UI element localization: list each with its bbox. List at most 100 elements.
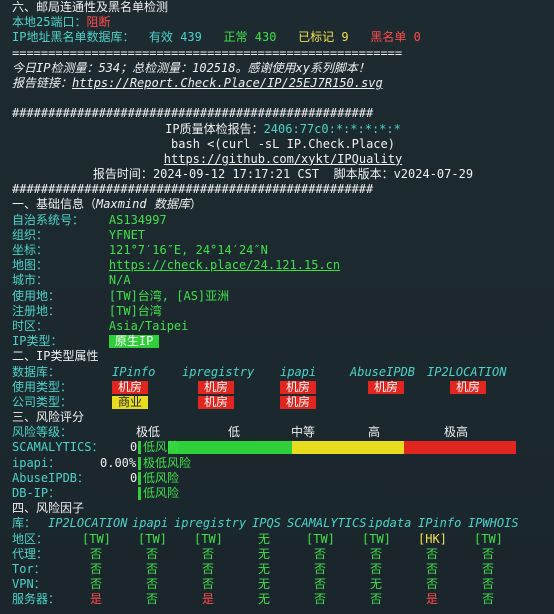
- blacklist-db-row: IP地址黑名单数据库： 有效 439 正常 430 已标记 9 黑名单 0: [12, 30, 554, 45]
- risk-row-dbip: DB-IP： 低风险: [12, 486, 554, 501]
- usage-place-label: 使用地：: [12, 288, 61, 303]
- company-ipapi: 机房: [280, 395, 317, 409]
- risk-row-abuseipdb: AbuseIPDB： 0 低风险: [12, 471, 554, 486]
- lib-ipinfo: IPinfo: [418, 516, 462, 531]
- risk-scamalytics-desc: 低风险: [143, 440, 180, 455]
- factors-lib-row: 库： IP2LOCATION ipapi ipregistry IPQS SCA…: [12, 516, 554, 531]
- risk-level-high: 高: [368, 425, 381, 440]
- iptype-label: IP类型：: [12, 334, 63, 349]
- report-time-label: 报告时间：: [92, 167, 153, 182]
- factor-cell: [HK]: [418, 531, 447, 546]
- company-ipinfo: 商业: [112, 395, 149, 409]
- valid-value: 439: [180, 30, 202, 45]
- risk-level-label: 风险等级：: [12, 425, 73, 440]
- factor-row: 地区： [TW] [TW] [TW] 无 [TW] [TW] [HK] [TW]: [12, 532, 554, 547]
- factor-cell: 是: [426, 592, 439, 607]
- lib-scamalytics: SCAMALYTICS: [287, 516, 367, 531]
- usage-ipregistry: 机房: [198, 380, 235, 394]
- risk-scamalytics-label: SCAMALYTICS：: [12, 440, 104, 455]
- terminal-window: 六、邮局连通性及黑名单检测 本地25端口：阻断 IP地址黑名单数据库： 有效 4…: [0, 0, 554, 614]
- risk-section-title: 三、风险评分: [12, 410, 85, 425]
- company-type-row: 公司类型： 商业 机房 机房: [12, 395, 554, 410]
- factor-cell: 否: [314, 561, 327, 576]
- report-title-row: IP质量体检报告：2406:77c0:*:*:*:*:*: [12, 122, 554, 137]
- factor-cell: 否: [426, 561, 439, 576]
- risk-level-low: 低: [228, 425, 241, 440]
- port25-row: 本地25端口：阻断: [12, 15, 554, 30]
- factor-cell: [TW]: [362, 531, 391, 546]
- factor-cell: 否: [202, 546, 215, 561]
- ip-masked: 2406:77c0:*:*:*:*:*: [263, 121, 401, 136]
- timezone-label: 时区：: [12, 318, 49, 333]
- basic-row-map: 地图： https://check.place/24.121.15.cn: [12, 258, 554, 273]
- basic-title-end: ）: [189, 197, 202, 212]
- marked-value: 9: [341, 30, 349, 45]
- risk-ipapi-score: 0.00%: [100, 455, 137, 470]
- timezone-value: Asia/Taipei: [108, 318, 189, 333]
- basic-row-coords: 坐标： 121°7′16″E, 24°14′24″N: [12, 243, 554, 258]
- map-link[interactable]: https://check.place/24.121.15.cn: [109, 258, 340, 272]
- factor-cell: 是: [90, 592, 103, 607]
- coords-label: 坐标：: [12, 243, 49, 257]
- normal-value: 430: [254, 30, 277, 45]
- factor-row: 代理： 否 否 否 无 否 否 否 否: [12, 547, 554, 562]
- usage-place-value: [TW]台湾, [AS]亚洲: [108, 288, 230, 303]
- city-label: 城市：: [12, 273, 49, 288]
- factor-cell: 否: [146, 561, 159, 576]
- risk-ipapi-desc: 极低风险: [143, 455, 192, 470]
- db-ipregistry: ipregistry: [182, 364, 255, 379]
- org-value: YFNET: [108, 227, 146, 242]
- factor-cell: [TW]: [194, 531, 223, 546]
- risk-ipapi-marker: [138, 456, 142, 472]
- factor-row-label: 服务器：: [12, 592, 61, 607]
- basic-row-reg: 注册地： [TW]台湾: [12, 304, 554, 319]
- db-abuseipdb: AbuseIPDB: [350, 364, 416, 379]
- company-ipregistry: 机房: [198, 395, 235, 409]
- factor-cell: 否: [146, 546, 159, 561]
- factor-cell: 否: [146, 577, 159, 592]
- github-link[interactable]: https://github.com/xykt/IPQuality: [12, 152, 554, 167]
- factor-cell: 否: [314, 592, 327, 607]
- lib-ip2location: IP2LOCATION: [48, 516, 128, 531]
- usage-ip2location: 机房: [450, 380, 487, 394]
- basic-source: Maxmind 数据库: [96, 197, 190, 212]
- usage-ipapi: 机房: [280, 380, 317, 394]
- basic-row-tz: 时区： Asia/Taipei: [12, 319, 554, 334]
- basic-section-title: 一、基础信息（Maxmind 数据库）: [12, 197, 554, 212]
- risk-abuseipdb-score: 0: [130, 470, 138, 485]
- usage-type-label: 使用类型：: [12, 379, 73, 394]
- separator-hash-top: ########################################…: [12, 106, 374, 121]
- report-title: IP质量体检报告：: [165, 121, 264, 136]
- factor-cell: 否: [482, 546, 495, 561]
- port25-value: 阻断: [86, 15, 111, 30]
- risk-row-scamalytics: SCAMALYTICS： 0 低风险: [12, 440, 554, 455]
- reg-place-value: [TW]台湾: [108, 303, 162, 318]
- asn-label: 自治系统号：: [12, 212, 85, 227]
- factor-cell: 无: [258, 577, 271, 592]
- risk-scamalytics-score: 0: [130, 440, 138, 455]
- factor-cell: 否: [482, 592, 495, 607]
- factor-cell: 否: [370, 561, 383, 576]
- basic-row-asn: 自治系统号： AS134997: [12, 213, 554, 228]
- usage-abuseipdb: 机房: [368, 380, 405, 394]
- basic-row-usage: 使用地： [TW]台湾, [AS]亚洲: [12, 289, 554, 304]
- factor-cell: 否: [482, 577, 495, 592]
- risk-level-very-low: 极低: [136, 425, 161, 440]
- report-link[interactable]: https://Report.Check.Place/IP/25EJ7R150.…: [72, 76, 383, 90]
- report-link-label: 报告链接：: [12, 75, 73, 90]
- risk-dbip-label: DB-IP：: [12, 486, 61, 500]
- lib-ipqs: IPQS: [252, 516, 281, 531]
- separator-hash-mid: ########################################…: [12, 182, 374, 197]
- risk-abuseipdb-label: AbuseIPDB：: [12, 470, 90, 485]
- factor-cell: 否: [426, 546, 439, 561]
- factor-row-label: 代理：: [12, 546, 49, 561]
- marked-label: 已标记: [298, 30, 335, 45]
- factor-cell: 无: [370, 577, 383, 592]
- basic-row-city: 城市： N/A: [12, 273, 554, 288]
- mail-section-title: 六、邮局连通性及黑名单检测: [12, 0, 169, 14]
- factor-cell: 否: [90, 546, 103, 561]
- factor-cell: 否: [146, 592, 159, 607]
- factor-cell: 无: [258, 561, 271, 576]
- usage-type-row: 使用类型： 机房 机房 机房 机房 机房: [12, 380, 554, 395]
- iptype-db-row: 数据库： IPinfo ipregistry ipapi AbuseIPDB I…: [12, 365, 554, 380]
